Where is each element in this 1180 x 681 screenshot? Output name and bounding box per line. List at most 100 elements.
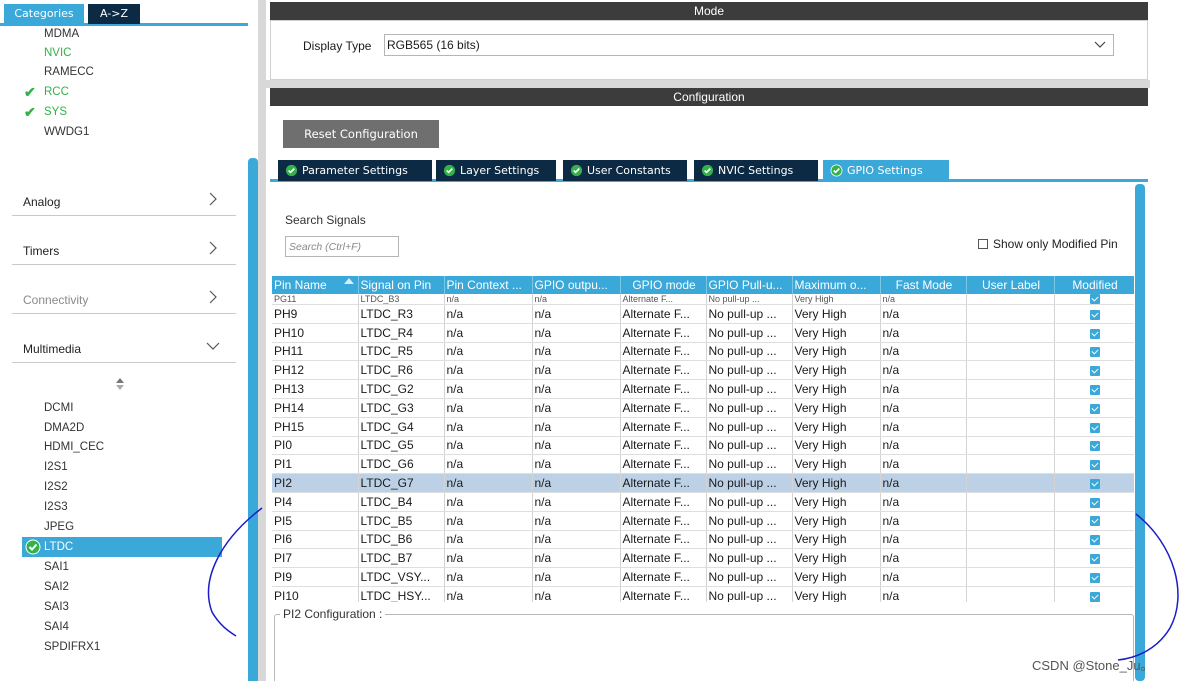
table-row[interactable]: PG11 LTDC_B3 n/a n/a Alternate F... No pull-u…: [272, 294, 1134, 305]
category-timers[interactable]: Timers: [12, 235, 236, 265]
table-row[interactable]: PI1 LTDC_G6 n/a n/a Alternate F... No pull-up…: [272, 454, 1134, 475]
table-cell[interactable]: [966, 567, 1055, 587]
column-header-gpio-mode[interactable]: GPIO mode: [620, 276, 707, 294]
category-connectivity[interactable]: Connectivity: [12, 284, 236, 314]
table-cell[interactable]: [966, 398, 1055, 418]
table-row[interactable]: PI9 LTDC_VSY... n/a n/a Alternate F... No pul…: [272, 567, 1134, 587]
table-cell: n/a: [532, 548, 621, 569]
table-cell[interactable]: [966, 586, 1055, 602]
column-header-max-output-speed[interactable]: Maximum o...: [792, 276, 881, 294]
tab-user-constants[interactable]: User Constants: [563, 160, 687, 181]
column-header-signal[interactable]: Signal on Pin: [358, 276, 445, 294]
table-cell: Alternate F...: [620, 548, 707, 569]
multimedia-item-dma2d[interactable]: DMA2D: [44, 418, 84, 438]
table-cell[interactable]: [966, 492, 1055, 512]
column-header-gpio-pull[interactable]: GPIO Pull-u...: [706, 276, 793, 294]
table-row[interactable]: PI2 LTDC_G7 n/a n/a Alternate F... No pull-up…: [272, 473, 1134, 493]
table-cell: PI4: [272, 492, 359, 512]
table-row[interactable]: PH13 LTDC_G2 n/a n/a Alternate F... No pull-u…: [272, 379, 1134, 399]
table-row[interactable]: PH15 LTDC_G4 n/a n/a Alternate F... No pull-u…: [272, 417, 1134, 437]
table-cell: Alternate F...: [620, 323, 707, 343]
multimedia-item-hdmi-cec[interactable]: HDMI_CEC: [44, 437, 104, 457]
table-row[interactable]: PI10 LTDC_HSY... n/a n/a Alternate F... No pu…: [272, 586, 1134, 602]
show-only-modified-checkbox[interactable]: Show only Modified Pin: [978, 237, 1118, 251]
panel-divider[interactable]: [258, 0, 266, 681]
table-row[interactable]: PH12 LTDC_R6 n/a n/a Alternate F... No pull-u…: [272, 360, 1134, 381]
table-cell[interactable]: [966, 548, 1055, 569]
multimedia-item-dcmi[interactable]: DCMI: [44, 398, 73, 418]
column-header-pin-context[interactable]: Pin Context ...: [444, 276, 533, 294]
table-cell: No pull-up ...: [706, 360, 793, 381]
system-item-wwdg1[interactable]: WWDG1: [44, 122, 89, 142]
system-item-rcc[interactable]: ✔ RCC: [24, 82, 69, 102]
table-cell[interactable]: [966, 473, 1055, 493]
table-row[interactable]: PI5 LTDC_B5 n/a n/a Alternate F... No pull-up…: [272, 511, 1134, 531]
table-cell: Alternate F...: [620, 586, 707, 602]
table-row[interactable]: PI6 LTDC_B6 n/a n/a Alternate F... No pull-up…: [272, 530, 1134, 550]
sort-icon[interactable]: [114, 377, 126, 393]
table-cell[interactable]: [966, 379, 1055, 399]
column-header-user-label[interactable]: User Label: [966, 276, 1055, 294]
table-row[interactable]: PH11 LTDC_R5 n/a n/a Alternate F... No pull-u…: [272, 342, 1134, 362]
table-row[interactable]: PI4 LTDC_B4 n/a n/a Alternate F... No pull-up…: [272, 492, 1134, 512]
category-multimedia[interactable]: Multimedia: [12, 333, 236, 363]
reset-configuration-button[interactable]: Reset Configuration: [283, 120, 439, 148]
tab-layer-settings[interactable]: Layer Settings: [436, 160, 556, 181]
table-cell: n/a: [880, 586, 967, 602]
table-cell[interactable]: [966, 454, 1055, 475]
table-cell: n/a: [444, 379, 533, 399]
display-type-select[interactable]: RGB565 (16 bits): [384, 34, 1114, 56]
tab-gpio-settings[interactable]: GPIO Settings: [823, 160, 949, 181]
table-row[interactable]: PI0 LTDC_G5 n/a n/a Alternate F... No pull-up…: [272, 436, 1134, 456]
system-item-nvic[interactable]: NVIC: [44, 43, 71, 63]
left-scrollbar[interactable]: [248, 158, 258, 681]
table-row[interactable]: PH10 LTDC_R4 n/a n/a Alternate F... No pull-u…: [272, 323, 1134, 343]
multimedia-item-ltdc[interactable]: LTDC: [22, 537, 222, 557]
system-item-mdma[interactable]: MDMA: [44, 24, 79, 44]
checkbox-box[interactable]: [978, 239, 988, 249]
multimedia-item-sai4[interactable]: SAI4: [44, 617, 69, 637]
tab-a-to-z[interactable]: A->Z: [88, 4, 140, 24]
search-signals-input[interactable]: [285, 236, 399, 257]
tab-categories[interactable]: Categories: [4, 4, 84, 24]
table-cell[interactable]: [966, 342, 1055, 362]
system-item-ramecc[interactable]: RAMECC: [44, 62, 94, 82]
category-analog[interactable]: Analog: [12, 186, 236, 216]
table-cell: Alternate F...: [620, 530, 707, 550]
table-cell[interactable]: [966, 417, 1055, 437]
table-row[interactable]: PH14 LTDC_G3 n/a n/a Alternate F... No pull-u…: [272, 398, 1134, 418]
table-row[interactable]: PI7 LTDC_B7 n/a n/a Alternate F... No pull-up…: [272, 548, 1134, 569]
mode-panel: Display Type RGB565 (16 bits): [270, 20, 1148, 80]
table-row[interactable]: PH9 LTDC_R3 n/a n/a Alternate F... No pull-up…: [272, 304, 1134, 324]
multimedia-item-i2s2[interactable]: I2S2: [44, 477, 68, 497]
table-cell[interactable]: [966, 530, 1055, 550]
table-cell[interactable]: [966, 304, 1055, 324]
table-cell[interactable]: [966, 323, 1055, 343]
checkmark-icon: ✔: [24, 84, 36, 100]
table-cell[interactable]: [966, 360, 1055, 381]
column-header-gpio-output[interactable]: GPIO outpu...: [532, 276, 621, 294]
multimedia-item-jpeg[interactable]: JPEG: [44, 517, 74, 537]
modified-check-icon: [1090, 309, 1100, 320]
table-cell[interactable]: [966, 294, 1055, 305]
tab-parameter-settings[interactable]: Parameter Settings: [278, 160, 432, 181]
multimedia-item-i2s3[interactable]: I2S3: [44, 497, 68, 517]
multimedia-item-spdifrx1[interactable]: SPDIFRX1: [44, 637, 100, 657]
table-cell: Alternate F...: [620, 567, 707, 587]
multimedia-item-sai1[interactable]: SAI1: [44, 557, 69, 577]
column-header-pin-name[interactable]: Pin Name: [272, 276, 359, 294]
tab-nvic-settings[interactable]: NVIC Settings: [694, 160, 818, 181]
table-cell[interactable]: [966, 436, 1055, 456]
multimedia-item-sai3[interactable]: SAI3: [44, 597, 69, 617]
right-scrollbar[interactable]: [1135, 184, 1145, 681]
multimedia-item-sai2[interactable]: SAI2: [44, 577, 69, 597]
column-header-modified[interactable]: Modified: [1054, 276, 1134, 294]
table-cell: n/a: [444, 473, 533, 493]
table-cell: n/a: [444, 304, 533, 324]
table-cell[interactable]: [966, 511, 1055, 531]
system-item-sys[interactable]: ✔ SYS: [24, 102, 67, 122]
table-cell: Alternate F...: [620, 360, 707, 381]
multimedia-item-i2s1[interactable]: I2S1: [44, 457, 68, 477]
column-header-fast-mode[interactable]: Fast Mode: [880, 276, 967, 294]
table-cell: Very High: [792, 323, 881, 343]
